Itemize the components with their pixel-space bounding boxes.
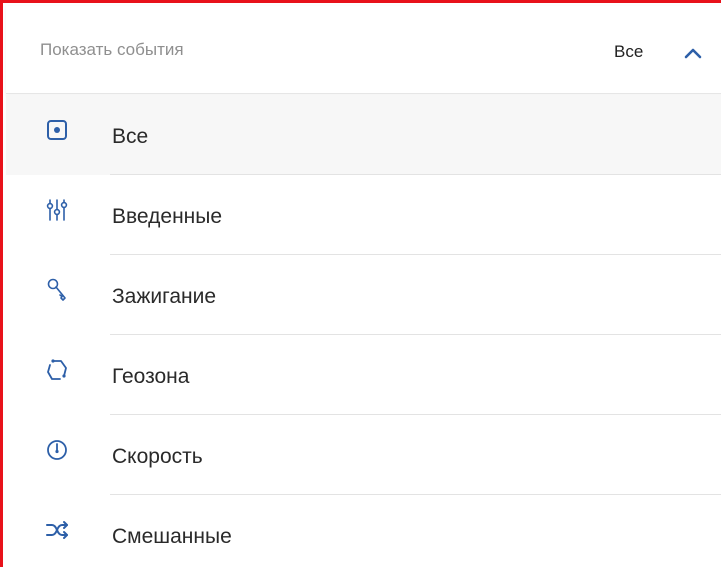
dropdown-header[interactable]: Показать события Все: [6, 6, 721, 94]
option-label: Все: [112, 125, 149, 148]
dropdown-selected-value: Все: [614, 42, 644, 61]
option-label: Скорость: [112, 445, 203, 468]
options-list: Все Введенные Зажигание Геозона Скорость…: [6, 95, 721, 575]
option-speed[interactable]: Скорость: [6, 415, 721, 495]
option-entered[interactable]: Введенные: [6, 175, 721, 255]
option-label: Смешанные: [112, 525, 232, 548]
event-filter-dropdown: Показать события Все Все Введенные Зажиг…: [0, 0, 721, 575]
radio-selected-icon: [44, 117, 70, 143]
option-mixed[interactable]: Смешанные: [6, 495, 721, 575]
geozone-icon: [44, 357, 70, 383]
option-label: Введенные: [112, 205, 223, 228]
option-label: Геозона: [112, 365, 190, 388]
option-all[interactable]: Все: [6, 95, 721, 175]
chevron-up-icon[interactable]: [683, 46, 703, 60]
dropdown-label: Показать события: [40, 40, 184, 59]
shuffle-icon: [44, 517, 70, 543]
option-ignition[interactable]: Зажигание: [6, 255, 721, 335]
option-geozone[interactable]: Геозона: [6, 335, 721, 415]
option-label: Зажигание: [112, 285, 217, 308]
key-icon: [44, 277, 70, 303]
sliders-icon: [44, 197, 70, 223]
speedometer-icon: [44, 437, 70, 463]
